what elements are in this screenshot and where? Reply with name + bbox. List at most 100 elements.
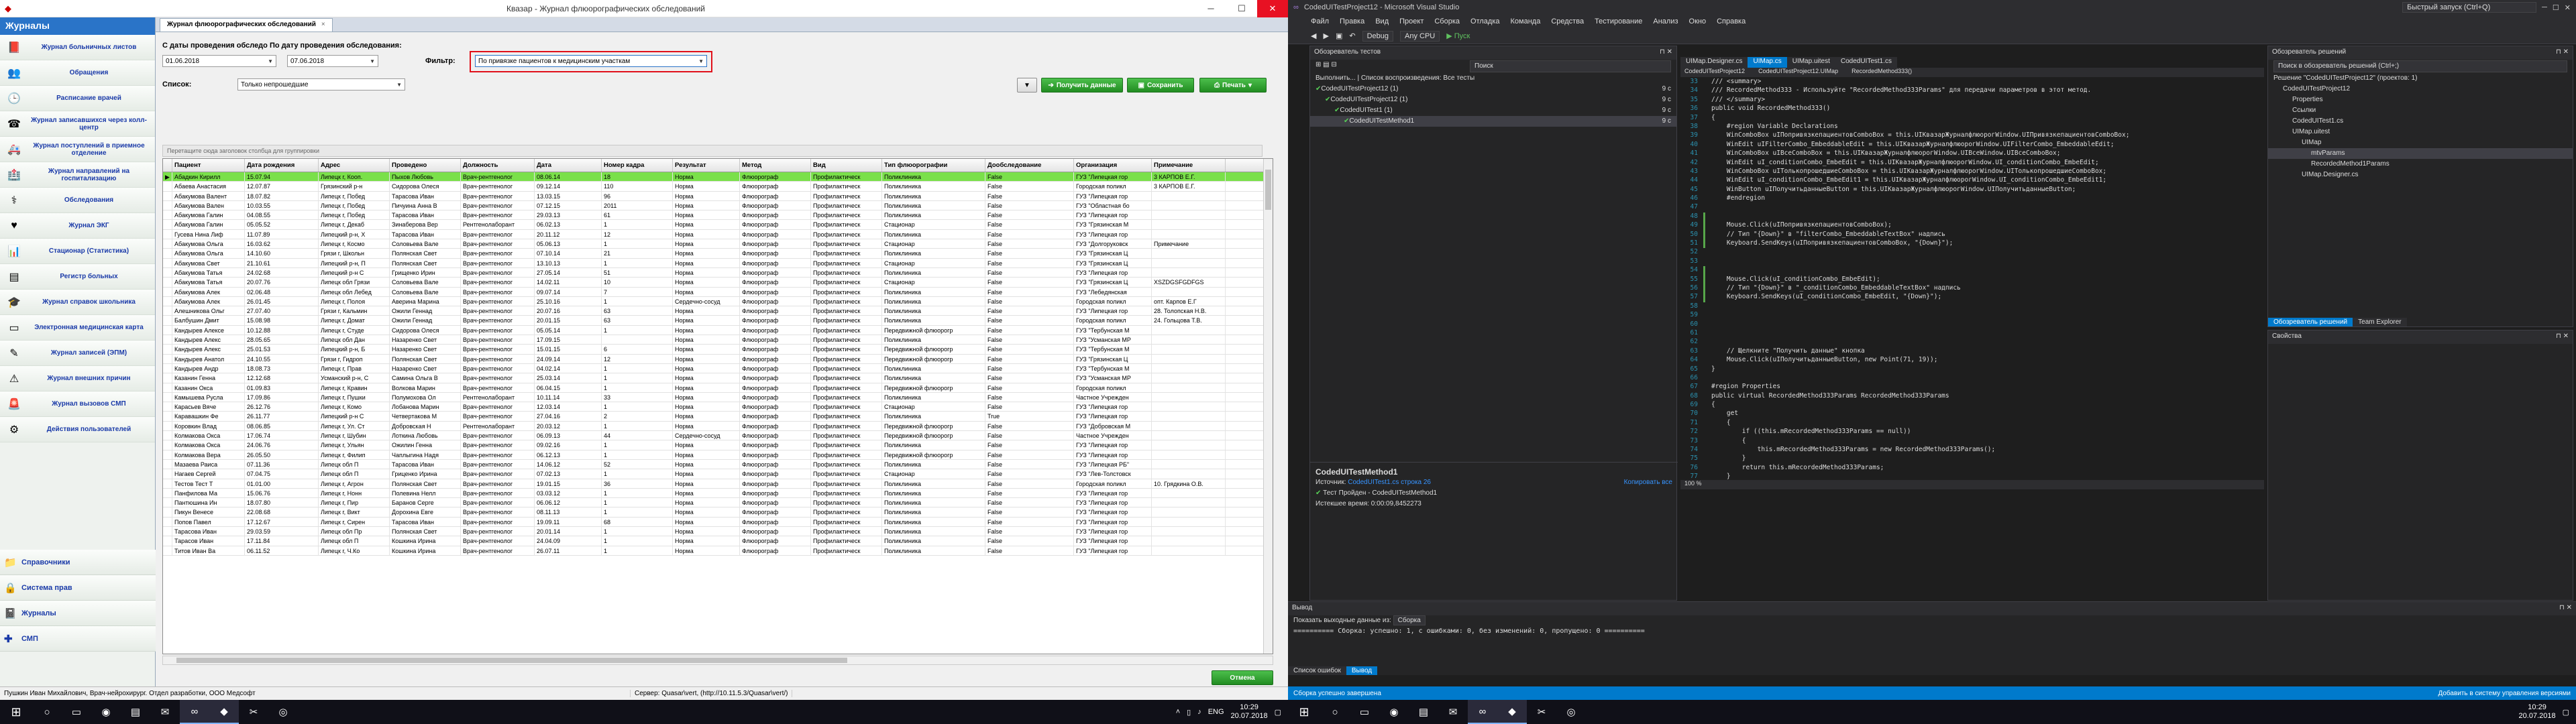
test-search-input[interactable]: Поиск (1470, 60, 1671, 72)
solution-search-input[interactable]: Поиск в обозреватель решений (Ctrl+;) (2273, 60, 2567, 72)
table-row[interactable]: Кандырев Андр 18.08.73 Липецк г, Прав Назар… (163, 363, 1273, 374)
nav-project[interactable]: CodedUITestProject12 (1684, 68, 1745, 77)
tab-close-icon[interactable]: × (321, 21, 325, 29)
save-icon[interactable]: ▣ (1336, 32, 1342, 40)
column-header[interactable]: Результат (673, 159, 740, 172)
sidebar-item[interactable]: ▭ Электронная медицинская карта (0, 315, 155, 341)
menu-item[interactable]: Тестирование (1595, 17, 1642, 25)
table-row[interactable]: Гусева Нина Лиф 11.07.89 Липецкий р-н, Х Та… (163, 229, 1273, 240)
table-row[interactable]: Колмакова Окса 17.06.74 Липецк г, Шубин Лот… (163, 431, 1273, 441)
test-tree-row[interactable]: ✔ CodedUITestProject12 (1) 9 с (1310, 84, 1676, 95)
quick-launch-input[interactable]: Быстрый запуск (Ctrl+Q) (2402, 2, 2537, 13)
copy-all-link[interactable]: Копировать все (1624, 478, 1672, 487)
minimize-button[interactable]: ─ (2542, 3, 2547, 11)
tab-fluoro-journal[interactable]: Журнал флюорографических обследований × (160, 18, 333, 32)
visual-studio-icon[interactable]: ∞ (180, 700, 209, 724)
pin-icon[interactable]: ⊓ ✕ (1660, 48, 1672, 58)
windows-start-icon[interactable]: ⊞ (1288, 700, 1320, 724)
table-row[interactable]: Карасьев Вяче 26.12.76 Липецк г, Комо Лобан… (163, 402, 1273, 412)
sidebar-section[interactable]: ✚ СМП (0, 626, 156, 652)
sidebar-item[interactable]: ▤ Регистр больных (0, 264, 155, 290)
save-button[interactable]: ▣ Сохранить (1127, 78, 1194, 93)
table-row[interactable]: Абакумова Алек 26.01.45 Липецк г, Полоя Аве… (163, 296, 1273, 307)
menu-item[interactable]: Окно (1689, 17, 1707, 25)
sidebar-item[interactable]: 🎓 Журнал справок школьника (0, 290, 155, 315)
filter-funnel-button[interactable]: ▼ (1017, 78, 1037, 93)
column-header[interactable]: Дата (535, 159, 602, 172)
solution-tab[interactable]: Обозреватель решений (2268, 318, 2353, 326)
menu-item[interactable]: Отладка (1470, 17, 1499, 25)
mail-icon[interactable]: ✉ (150, 700, 180, 724)
table-row[interactable]: Абакумова Татья 24.02.68 Липецкий р-н С Гри… (163, 267, 1273, 278)
group-by-panel[interactable]: Перетащите сюда заголовок столбца для гр… (162, 145, 1263, 157)
maximize-button[interactable]: ☐ (1226, 0, 1257, 17)
sidebar-item[interactable]: ⚕ Обследования (0, 188, 155, 213)
table-row[interactable]: Абаева Анастасия 12.07.87 Грязинский р-н Си… (163, 182, 1273, 192)
solution-item[interactable]: UIMap.uitest (2268, 127, 2573, 137)
clock[interactable]: 10:29 20.07.2018 (2519, 703, 2556, 721)
sidebar-item[interactable]: ✎ Журнал записей (ЭПМ) (0, 341, 155, 366)
cancel-button[interactable]: Отмена (1212, 670, 1273, 685)
editor-zoom[interactable]: 100 % (1680, 480, 2264, 489)
table-row[interactable]: Камышева Русла 17.09.86 Липецк г, Пушки Пол… (163, 392, 1273, 403)
table-row[interactable]: Титов Иван Ва 06.11.52 Липецк г, Ч.Ко Кошки… (163, 546, 1273, 556)
notifications-icon[interactable]: ▢ (1275, 708, 1281, 717)
menu-item[interactable]: Файл (1311, 17, 1329, 25)
column-header[interactable]: Должность (461, 159, 535, 172)
menu-item[interactable]: Средства (1551, 17, 1584, 25)
table-row[interactable]: Абакумова Валент 18.07.82 Липецк г, Побед Т… (163, 191, 1273, 201)
list-combo[interactable]: Только непрошедшие ▼ (237, 78, 405, 90)
table-row[interactable]: Абакумова Ольга 14.10.60 Грязи г, Школьн По… (163, 249, 1273, 259)
table-row[interactable]: Каравашкин Фе 26.11.77 Липецкий р-н С Четве… (163, 412, 1273, 422)
column-header[interactable]: Пациент (172, 159, 245, 172)
sidebar-item[interactable]: ⚠ Журнал внешних причин (0, 366, 155, 391)
table-row[interactable]: Пикун Венесе 22.08.68 Липецк г, Викт Дорохи… (163, 507, 1273, 518)
table-row[interactable]: Алешникова Ольг 27.07.40 Грязи г, Кальмин О… (163, 306, 1273, 316)
table-row[interactable]: Нагаев Сергей 07.04.75 Липецк обл П Гриценк… (163, 469, 1273, 479)
sidebar-item[interactable]: ⚙ Действия пользователей (0, 417, 155, 442)
table-row[interactable]: Казанин Окса 01.09.83 Липецк г, Кравин Волк… (163, 383, 1273, 393)
tools-icon[interactable]: ✂ (1527, 700, 1556, 724)
menu-item[interactable]: Проект (1399, 17, 1424, 25)
run-button[interactable]: ▶ Пуск (1446, 32, 1470, 40)
pin-icon[interactable]: ⊓ ✕ (2556, 333, 2569, 342)
menu-item[interactable]: Справка (1717, 17, 1746, 25)
sidebar-section[interactable]: 📓 Журналы (0, 601, 156, 626)
date-from-picker[interactable]: 01.06.2018 ▼ (162, 55, 276, 67)
task-view-icon[interactable]: ▭ (1350, 700, 1379, 724)
pin-icon[interactable]: ⊓ ✕ (2556, 48, 2569, 58)
editor-tab[interactable]: UIMap.Designer.cs (1680, 57, 1748, 68)
task-view-icon[interactable]: ▭ (62, 700, 91, 724)
solution-item[interactable]: CodedUITest1.cs (2268, 116, 2573, 127)
solution-item[interactable]: Properties (2268, 95, 2573, 105)
table-row[interactable]: Кандырев Алекс 28.05.65 Липецк обл Дан Наза… (163, 335, 1273, 345)
search-icon[interactable]: ○ (32, 700, 62, 724)
volume-icon[interactable]: ♪ (1197, 708, 1201, 716)
table-row[interactable]: ▶ Абадкин Кирилл 15.07.94 Липецк г, Кооп. Пы… (163, 172, 1273, 182)
close-button[interactable]: ✕ (2565, 3, 2571, 12)
print-button[interactable]: ⎙ Печать ▾ (1199, 78, 1267, 93)
chevron-up-icon[interactable]: ˄ (1176, 708, 1180, 716)
vertical-scrollbar[interactable] (1263, 159, 1273, 654)
column-header[interactable]: Номер кадра (602, 159, 673, 172)
table-row[interactable]: Тарасова Иван 29.03.59 Липецк обл Пр Полянс… (163, 526, 1273, 537)
table-row[interactable]: Казанин Генна 12.12.68 Усманский р-н, С Сам… (163, 373, 1273, 383)
search-icon[interactable]: ○ (1320, 700, 1350, 724)
minimize-button[interactable]: ─ (1195, 0, 1226, 17)
source-link[interactable]: CodedUITest1.cs строка 26 (1348, 479, 1431, 486)
table-row[interactable]: Пантюшина Ин 18.07.80 Липецк г, Пир Баранов… (163, 498, 1273, 508)
filter-combo[interactable]: По привязке пациентов к медицинским учас… (475, 55, 707, 67)
chrome-icon[interactable]: ◎ (1556, 700, 1586, 724)
sidebar-item[interactable]: 📕 Журнал больничных листов (0, 35, 155, 60)
sidebar-item[interactable]: 🏥 Журнал направлений на госпитализацию (0, 162, 155, 188)
table-row[interactable]: Абакумова Галин 05.05.52 Липецк г, Декаб Зи… (163, 220, 1273, 230)
table-row[interactable]: Балбушин Дмит 15.08.98 Липецк г, Домат Ожил… (163, 316, 1273, 326)
solution-tab[interactable]: Team Explorer (2353, 318, 2407, 326)
chrome-icon[interactable]: ◎ (268, 700, 298, 724)
menu-item[interactable]: Анализ (1653, 17, 1678, 25)
windows-start-icon[interactable]: ⊞ (0, 700, 32, 724)
solution-item[interactable]: CodedUITestProject12 (2268, 84, 2573, 95)
table-row[interactable]: Тестов Тест Т 01.01.00 Липецк г, Агрон Поля… (163, 479, 1273, 489)
maximize-button[interactable]: ☐ (2553, 3, 2559, 12)
table-row[interactable]: Абакумова Татья 20.07.76 Липецк обл Грязи С… (163, 278, 1273, 288)
